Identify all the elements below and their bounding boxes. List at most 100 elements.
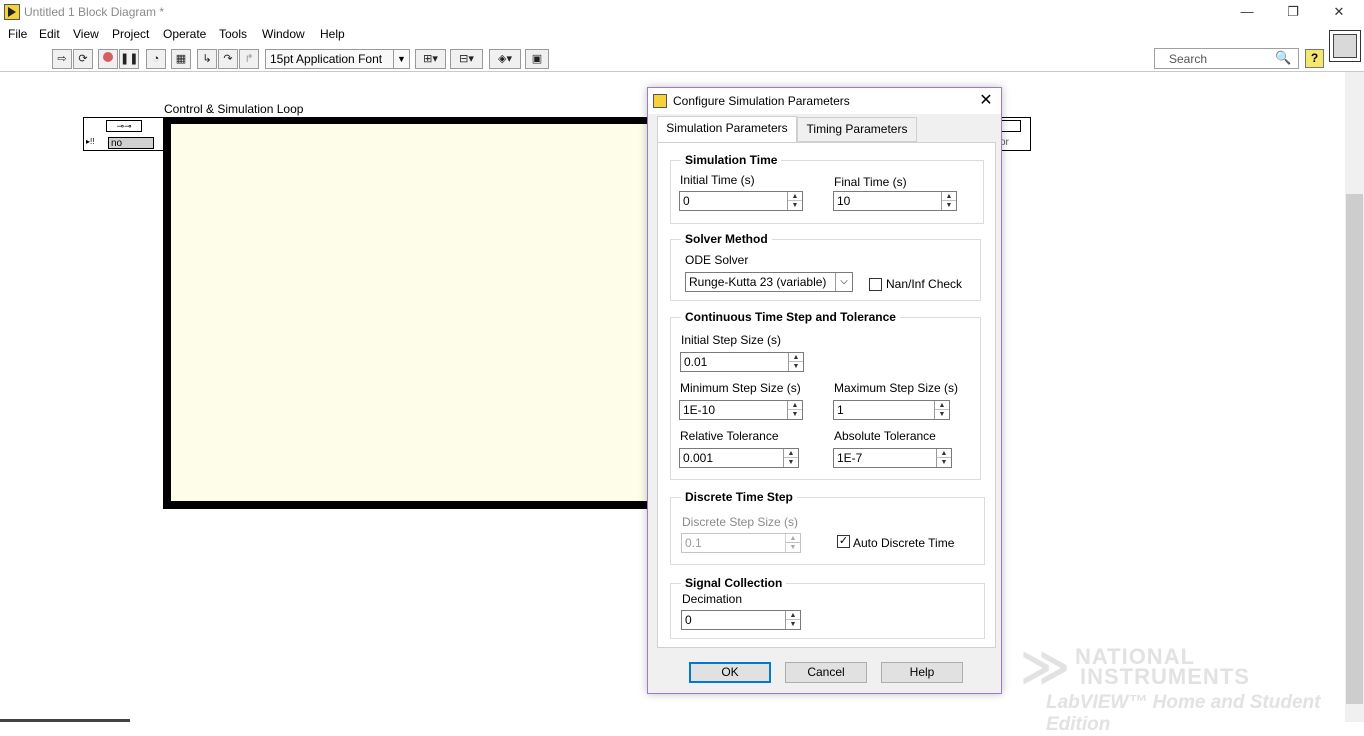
decimation-control[interactable]: ▲▼: [681, 610, 801, 630]
vertical-scrollbar[interactable]: [1345, 72, 1364, 722]
spinner[interactable]: ▲ ▼: [941, 192, 956, 210]
spinner[interactable]: ▲ ▼: [783, 449, 798, 467]
search-input[interactable]: [1169, 49, 1279, 68]
cancel-button[interactable]: Cancel: [785, 662, 867, 683]
step-out-icon[interactable]: ↱: [239, 49, 259, 69]
restore-button[interactable]: ❐: [1270, 2, 1316, 22]
distribute-objects-icon[interactable]: ⊟▾: [450, 49, 483, 69]
spin-up-icon[interactable]: ▲: [788, 401, 802, 410]
group-simulation-time: Simulation Time Initial Time (s) ▲▼ Fina…: [670, 153, 984, 224]
abort-execution-icon[interactable]: [98, 49, 118, 69]
retain-wire-values-icon[interactable]: ▦: [171, 49, 191, 69]
spinner[interactable]: ▲ ▼: [934, 401, 949, 419]
initial-step-control[interactable]: ▲▼: [680, 352, 804, 372]
spin-up-icon[interactable]: ▲: [937, 449, 951, 458]
run-arrow-icon[interactable]: ⇨: [52, 49, 72, 69]
font-select-value: 15pt Application Font: [270, 52, 383, 66]
spin-up-icon[interactable]: ▲: [788, 192, 802, 201]
menu-operate[interactable]: Operate: [163, 27, 206, 41]
abs-tol-control[interactable]: ▲▼: [833, 448, 952, 468]
minimize-button[interactable]: —: [1224, 2, 1270, 22]
spin-down-icon[interactable]: ▼: [937, 458, 951, 467]
spin-down-icon[interactable]: ▼: [935, 410, 949, 419]
group-title: Simulation Time: [681, 153, 782, 167]
spin-down-icon[interactable]: ▼: [786, 620, 800, 629]
spin-down-icon[interactable]: ▼: [786, 543, 800, 552]
step-into-icon[interactable]: ↳: [197, 49, 217, 69]
spin-down-icon[interactable]: ▼: [942, 201, 956, 210]
initial-time-control[interactable]: ▲▼: [679, 191, 803, 211]
menu-edit[interactable]: Edit: [39, 27, 60, 41]
font-select[interactable]: 15pt Application Font ▼: [265, 49, 410, 69]
max-step-input[interactable]: [834, 401, 934, 419]
spin-down-icon[interactable]: ▼: [784, 458, 798, 467]
pause-icon[interactable]: ❚❚: [119, 49, 139, 69]
loop-input-node[interactable]: ⊸⊸ ▸!! no: [83, 117, 165, 151]
close-window-button[interactable]: ✕: [1316, 2, 1362, 22]
initial-step-label: Initial Step Size (s): [681, 333, 782, 347]
spin-down-icon[interactable]: ▼: [788, 410, 802, 419]
rel-tol-label: Relative Tolerance: [680, 429, 779, 443]
spinner[interactable]: ▲ ▼: [787, 401, 802, 419]
reorder-icon[interactable]: ◈▾: [489, 49, 521, 69]
initial-step-input[interactable]: [681, 353, 789, 371]
min-step-control[interactable]: ▲▼: [679, 400, 803, 420]
spinner[interactable]: ▲ ▼: [787, 192, 802, 210]
initial-time-input[interactable]: [680, 192, 788, 210]
labview-app-icon: [4, 4, 20, 20]
ok-button[interactable]: OK: [689, 662, 771, 683]
ode-solver-select[interactable]: Runge-Kutta 23 (variable) ⌵: [685, 272, 853, 292]
loop-diagram-area[interactable]: [171, 124, 653, 501]
auto-discrete-checkbox[interactable]: ✓: [837, 535, 850, 548]
menu-project[interactable]: Project: [112, 27, 149, 41]
spin-up-icon[interactable]: ▲: [935, 401, 949, 410]
highlight-execution-icon[interactable]: ◔: [146, 49, 166, 69]
menu-help[interactable]: Help: [320, 27, 345, 41]
spin-up-icon[interactable]: ▲: [789, 353, 803, 362]
spinner[interactable]: ▲ ▼: [788, 353, 803, 371]
spin-up-icon[interactable]: ▲: [942, 192, 956, 201]
final-time-input[interactable]: [834, 192, 942, 210]
final-time-control[interactable]: ▲▼: [833, 191, 957, 211]
spinner[interactable]: ▲ ▼: [785, 611, 800, 629]
min-step-input[interactable]: [680, 401, 788, 419]
output-node-icon: [1001, 120, 1021, 132]
align-objects-icon[interactable]: ⊞▾: [415, 49, 446, 69]
spinner[interactable]: ▲ ▼: [785, 534, 800, 552]
tab-timing-parameters[interactable]: Timing Parameters: [797, 117, 917, 142]
tab-simulation-parameters[interactable]: Simulation Parameters: [657, 116, 797, 143]
run-continuously-icon[interactable]: ⟳: [73, 49, 93, 69]
dialog-close-button[interactable]: ✕: [974, 91, 998, 111]
menu-window[interactable]: Window: [262, 27, 305, 41]
discrete-step-control[interactable]: ▲▼: [681, 533, 801, 553]
nan-inf-checkbox[interactable]: [869, 278, 882, 291]
help-button[interactable]: Help: [881, 662, 963, 683]
final-time-label: Final Time (s): [834, 175, 907, 189]
rel-tol-input[interactable]: [680, 449, 784, 467]
decimation-input[interactable]: [682, 611, 786, 629]
abs-tol-input[interactable]: [834, 449, 937, 467]
search-icon[interactable]: 🔍: [1275, 50, 1291, 66]
spin-down-icon[interactable]: ▼: [789, 362, 803, 371]
loop-output-node[interactable]: or: [999, 117, 1031, 151]
scrollbar-thumb[interactable]: [1346, 194, 1363, 704]
vi-icon[interactable]: [1329, 30, 1361, 62]
menu-file[interactable]: File: [8, 27, 27, 41]
decimation-label: Decimation: [682, 592, 743, 606]
group-signal-collection: Signal Collection Decimation ▲▼: [670, 576, 985, 639]
clean-up-diagram-icon[interactable]: ▣: [525, 49, 549, 69]
context-help-button[interactable]: ?: [1305, 49, 1324, 68]
spinner[interactable]: ▲ ▼: [936, 449, 951, 467]
menu-tools[interactable]: Tools: [219, 27, 247, 41]
menu-view[interactable]: View: [73, 27, 99, 41]
search-box[interactable]: 🔍: [1154, 48, 1299, 69]
max-step-control[interactable]: ▲▼: [833, 400, 950, 420]
rel-tol-control[interactable]: ▲▼: [679, 448, 799, 468]
step-over-icon[interactable]: ↷: [218, 49, 238, 69]
spin-up-icon[interactable]: ▲: [786, 534, 800, 543]
dialog-title: Configure Simulation Parameters: [673, 94, 850, 108]
spin-up-icon[interactable]: ▲: [786, 611, 800, 620]
spin-down-icon[interactable]: ▼: [788, 201, 802, 210]
discrete-step-input[interactable]: [682, 534, 786, 552]
spin-up-icon[interactable]: ▲: [784, 449, 798, 458]
